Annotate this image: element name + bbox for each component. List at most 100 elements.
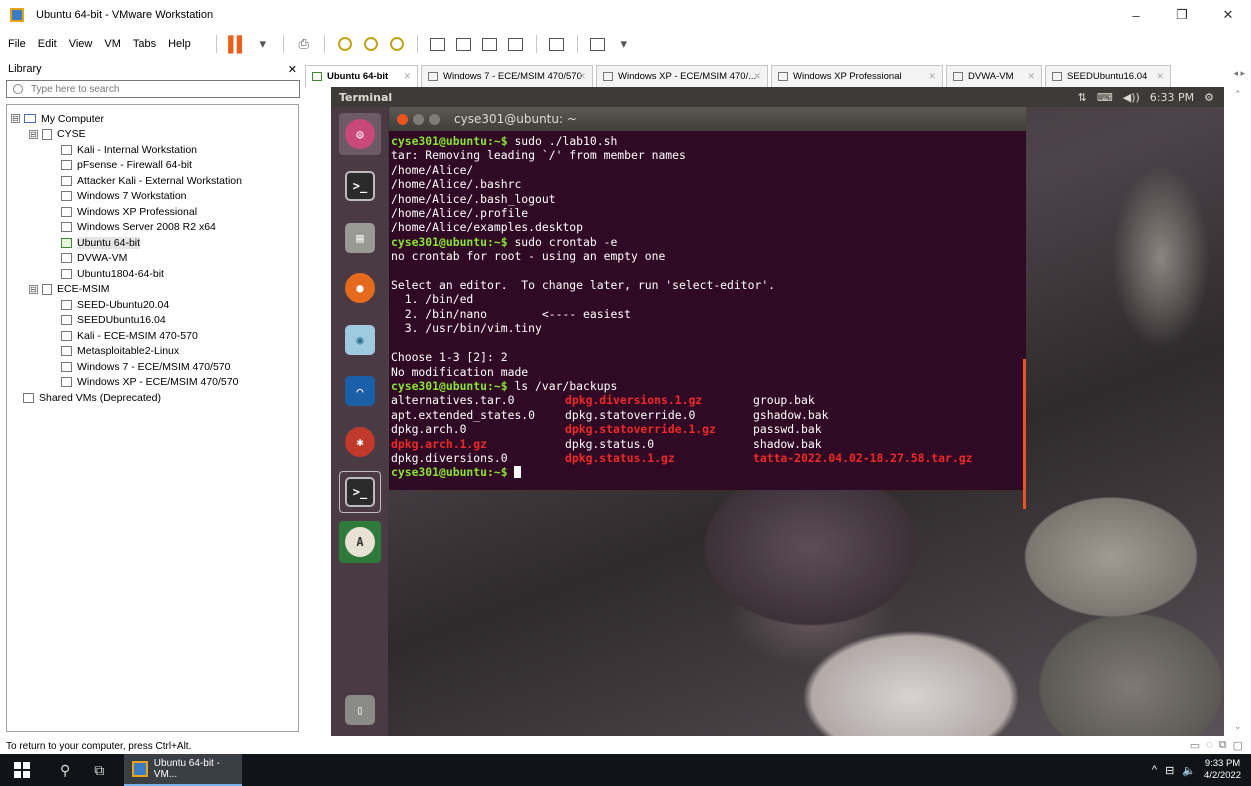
tab-dvwa-vm[interactable]: DVWA-VM ✕ (946, 65, 1042, 87)
hard-disk-icon[interactable]: ▭ (1190, 739, 1200, 752)
tree-node-cyse[interactable]: ⊟ CYSE (7, 127, 298, 143)
scroll-down-icon[interactable]: ⌄ (1234, 721, 1242, 732)
revert-snapshot-icon[interactable] (362, 36, 380, 52)
stretch-guest-icon[interactable] (589, 36, 607, 52)
volume-tray-icon[interactable]: 🔈 (1182, 764, 1196, 777)
tree-node-vm[interactable]: Attacker Kali - External Workstation (7, 173, 298, 189)
tree-node-vm[interactable]: Windows 7 Workstation (7, 189, 298, 205)
tab-windows-xp-ece[interactable]: Windows XP - ECE/MSIM 470/... ✕ (596, 65, 768, 87)
tray-overflow-icon[interactable]: ^ (1152, 764, 1157, 776)
stretch-dropdown-icon[interactable]: ▾ (615, 36, 633, 52)
tree-node-vm[interactable]: Kali - Internal Workstation (7, 142, 298, 158)
collapse-icon[interactable]: ⊟ (29, 284, 38, 294)
start-windows-icon[interactable] (14, 762, 30, 778)
settings-gear-icon[interactable]: ⚙ (1204, 91, 1214, 104)
scroll-up-icon[interactable]: ⌃ (1234, 89, 1242, 100)
launcher-files[interactable]: ▤ (339, 217, 381, 259)
library-search-input[interactable]: Type here to search (6, 80, 300, 98)
launcher-software-updater[interactable]: A (339, 521, 381, 563)
terminal-maximize-button[interactable] (429, 113, 440, 125)
terminal-window[interactable]: cyse301@ubuntu: ~ cyse301@ubuntu:~$ sudo… (389, 107, 1026, 509)
vm-vertical-scrollbar[interactable]: ⌃ ⌄ (1224, 87, 1251, 736)
launcher-trash[interactable]: ▯ (339, 689, 381, 731)
tree-node-my-computer[interactable]: ⊟ My Computer (7, 111, 298, 127)
launcher-wireshark[interactable]: ⌒ (339, 370, 381, 412)
vm-icon (61, 377, 72, 388)
collapse-icon[interactable]: ⊟ (29, 129, 38, 139)
tree-node-vm[interactable]: SEED-Ubuntu20.04 (7, 297, 298, 313)
menu-help[interactable]: Help (168, 38, 191, 50)
terminal-close-button[interactable] (397, 113, 408, 125)
pause-icon[interactable]: ▌▌ (228, 36, 247, 53)
menu-edit[interactable]: Edit (38, 38, 57, 50)
launcher-terminal[interactable]: >_ (339, 165, 381, 207)
snapshot-icon[interactable] (336, 36, 354, 52)
tree-node-vm[interactable]: Ubuntu1804-64-bit (7, 266, 298, 282)
tree-node-shared-vms[interactable]: Shared VMs (Deprecated) (7, 390, 298, 406)
menu-tabs[interactable]: Tabs (133, 38, 156, 50)
vm-screen[interactable]: Terminal ⇅ ⌨ ◀)) 6:33 PM ⚙ ◎ >_ ▤ ● ◉ ⌒ … (331, 87, 1224, 736)
taskbar-clock[interactable]: 9:33 PM 4/2/2022 (1204, 758, 1241, 782)
terminal-minimize-button[interactable] (413, 113, 424, 125)
tab-windows-7[interactable]: Windows 7 - ECE/MSIM 470/570 ✕ (421, 65, 593, 87)
thumbnail-bar-icon[interactable] (455, 36, 473, 52)
full-screen-icon[interactable] (481, 36, 499, 52)
tree-node-vm[interactable]: DVWA-VM (7, 251, 298, 267)
message-log-icon[interactable]: ▢ (1233, 739, 1243, 752)
tab-seedubuntu16[interactable]: SEEDUbuntu16.04 ✕ (1045, 65, 1171, 87)
ls-row: apt.extended_states.0 dpkg.statoverride.0… (391, 407, 829, 422)
tree-node-vm[interactable]: SEEDUbuntu16.04 (7, 313, 298, 329)
pause-dropdown-icon[interactable]: ▾ (254, 36, 272, 52)
cd-icon[interactable]: ◌ (1206, 739, 1213, 752)
tree-node-vm[interactable]: Windows Server 2008 R2 x64 (7, 220, 298, 236)
menu-file[interactable]: File (8, 38, 26, 50)
launcher-terminal-active[interactable]: >_ (339, 471, 381, 513)
show-library-icon[interactable] (429, 36, 447, 52)
tab-close-icon[interactable]: ✕ (1156, 71, 1164, 82)
launcher-dash[interactable]: ◎ (339, 113, 381, 155)
unity-icon[interactable] (507, 36, 525, 52)
tree-node-vm[interactable]: Kali - ECE-MSIM 470-570 (7, 328, 298, 344)
tab-close-icon[interactable]: ✕ (578, 71, 586, 82)
tree-node-vm-selected[interactable]: Ubuntu 64-bit (7, 235, 298, 251)
collapse-icon[interactable]: ⊟ (11, 114, 20, 124)
console-view-icon[interactable] (548, 36, 566, 52)
tree-node-vm[interactable]: Windows XP - ECE/MSIM 470/570 (7, 375, 298, 391)
panel-clock[interactable]: 6:33 PM (1150, 91, 1194, 104)
tree-node-vm[interactable]: pFsense - Firewall 64-bit (7, 158, 298, 174)
network-icon[interactable]: ⇅ (1078, 91, 1087, 104)
tab-ubuntu-64-bit[interactable]: Ubuntu 64-bit ✕ (305, 65, 418, 87)
tab-scroll-arrows[interactable]: ◂ ▸ (1233, 68, 1245, 79)
search-icon[interactable]: ⚲ (60, 762, 70, 779)
tab-windows-xp-professional[interactable]: Windows XP Professional ✕ (771, 65, 943, 87)
task-view-icon[interactable]: ⧉ (94, 762, 104, 779)
menu-view[interactable]: View (69, 38, 93, 50)
launcher-settings[interactable]: ✱ (339, 421, 381, 463)
menu-vm[interactable]: VM (104, 38, 121, 50)
tab-close-icon[interactable]: ✕ (1027, 71, 1035, 82)
network-adapter-icon[interactable]: ⧉ (1219, 739, 1227, 752)
tab-close-icon[interactable]: ✕ (928, 71, 936, 82)
library-close-icon[interactable]: ✕ (288, 63, 297, 76)
minimize-button[interactable]: – (1113, 0, 1159, 30)
tree-node-vm[interactable]: Metasploitable2-Linux (7, 344, 298, 360)
send-ctrl-alt-del-icon[interactable]: ⎙ (295, 36, 313, 52)
maximize-button[interactable]: ❐ (1159, 0, 1205, 30)
keyboard-icon[interactable]: ⌨ (1097, 91, 1113, 104)
launcher-eye-app[interactable]: ◉ (339, 319, 381, 361)
close-button[interactable]: ✕ (1205, 0, 1251, 30)
volume-icon[interactable]: ◀)) (1123, 91, 1140, 104)
tree-node-ece-msim[interactable]: ⊟ ECE-MSIM (7, 282, 298, 298)
vm-icon (428, 72, 438, 81)
manage-snapshots-icon[interactable] (388, 36, 406, 52)
terminal-scrollbar[interactable] (1023, 359, 1026, 509)
tree-node-vm[interactable]: Windows 7 - ECE/MSIM 470/570 (7, 359, 298, 375)
tree-node-vm[interactable]: Windows XP Professional (7, 204, 298, 220)
tab-close-icon[interactable]: ✕ (753, 71, 761, 82)
launcher-firefox[interactable]: ● (339, 267, 381, 309)
terminal-output[interactable]: cyse301@ubuntu:~$ sudo ./lab10.sh tar: Re… (389, 131, 1026, 490)
taskbar-vmware-task[interactable]: Ubuntu 64-bit - VM... (124, 754, 243, 786)
network-tray-icon[interactable]: ⊟ (1165, 764, 1174, 777)
tab-close-icon[interactable]: ✕ (403, 71, 411, 82)
vm-running-icon (312, 72, 322, 81)
